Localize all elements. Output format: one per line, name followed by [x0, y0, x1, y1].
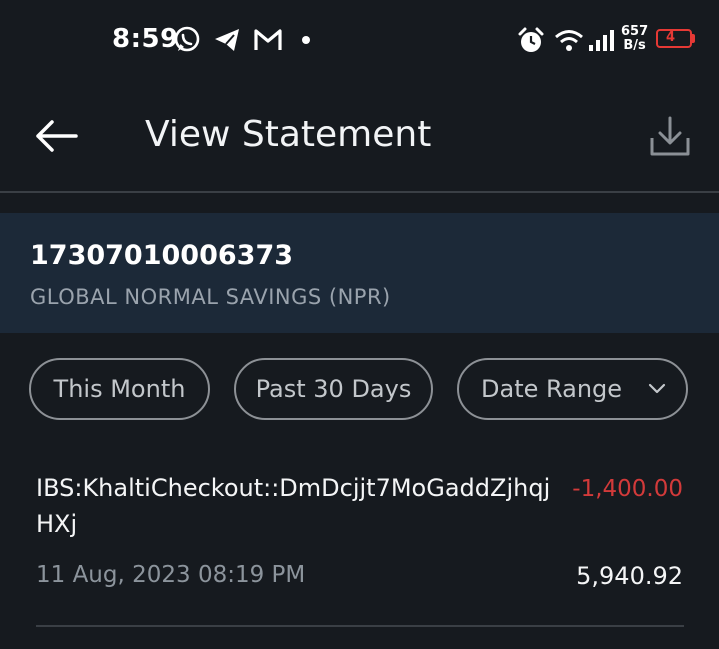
account-number: 17307010006373 — [30, 240, 294, 271]
whatsapp-icon — [174, 26, 200, 52]
status-time: 8:59 — [112, 24, 179, 54]
filter-date-range-label: Date Range — [481, 375, 623, 403]
transaction-balance: 5,940.92 — [576, 562, 683, 590]
account-card: 17307010006373 GLOBAL NORMAL SAVINGS (NP… — [0, 213, 719, 333]
network-speed: 657 B/s — [621, 25, 648, 53]
alarm-icon — [518, 27, 544, 52]
download-icon[interactable] — [645, 112, 695, 162]
account-type: GLOBAL NORMAL SAVINGS (NPR) — [30, 285, 391, 309]
page-title: View Statement — [145, 114, 432, 155]
filter-this-month-chip[interactable]: This Month — [29, 358, 210, 420]
gmail-icon — [254, 29, 282, 50]
transaction-date: 11 Aug, 2023 08:19 PM — [36, 562, 306, 588]
filter-past-30-days-chip[interactable]: Past 30 Days — [234, 358, 433, 420]
app-bar: View Statement — [0, 82, 719, 192]
back-arrow-icon[interactable] — [30, 115, 80, 157]
status-bar: 8:59 657 B/s 4 — [0, 0, 719, 82]
network-speed-value: 657 — [621, 24, 649, 39]
wifi-icon — [555, 30, 583, 51]
battery-cap — [692, 34, 695, 43]
chevron-down-icon — [648, 383, 666, 394]
transaction-description: IBS:KhaltiCheckout::DmDcjjt7MoGaddZjhqjH… — [36, 474, 551, 538]
network-speed-unit: B/s — [623, 38, 646, 53]
filter-this-month-label: This Month — [53, 375, 186, 403]
filter-past-30-days-label: Past 30 Days — [255, 375, 412, 403]
battery-icon: 4 — [656, 29, 692, 48]
notification-dot — [302, 36, 310, 44]
telegram-icon — [215, 29, 239, 51]
transaction-divider — [36, 625, 684, 627]
battery-level: 4 — [666, 30, 676, 45]
header-divider — [0, 191, 719, 193]
transaction-amount: -1,400.00 — [572, 476, 683, 502]
signal-icon — [589, 30, 614, 51]
filter-date-range-chip[interactable]: Date Range — [457, 358, 688, 420]
